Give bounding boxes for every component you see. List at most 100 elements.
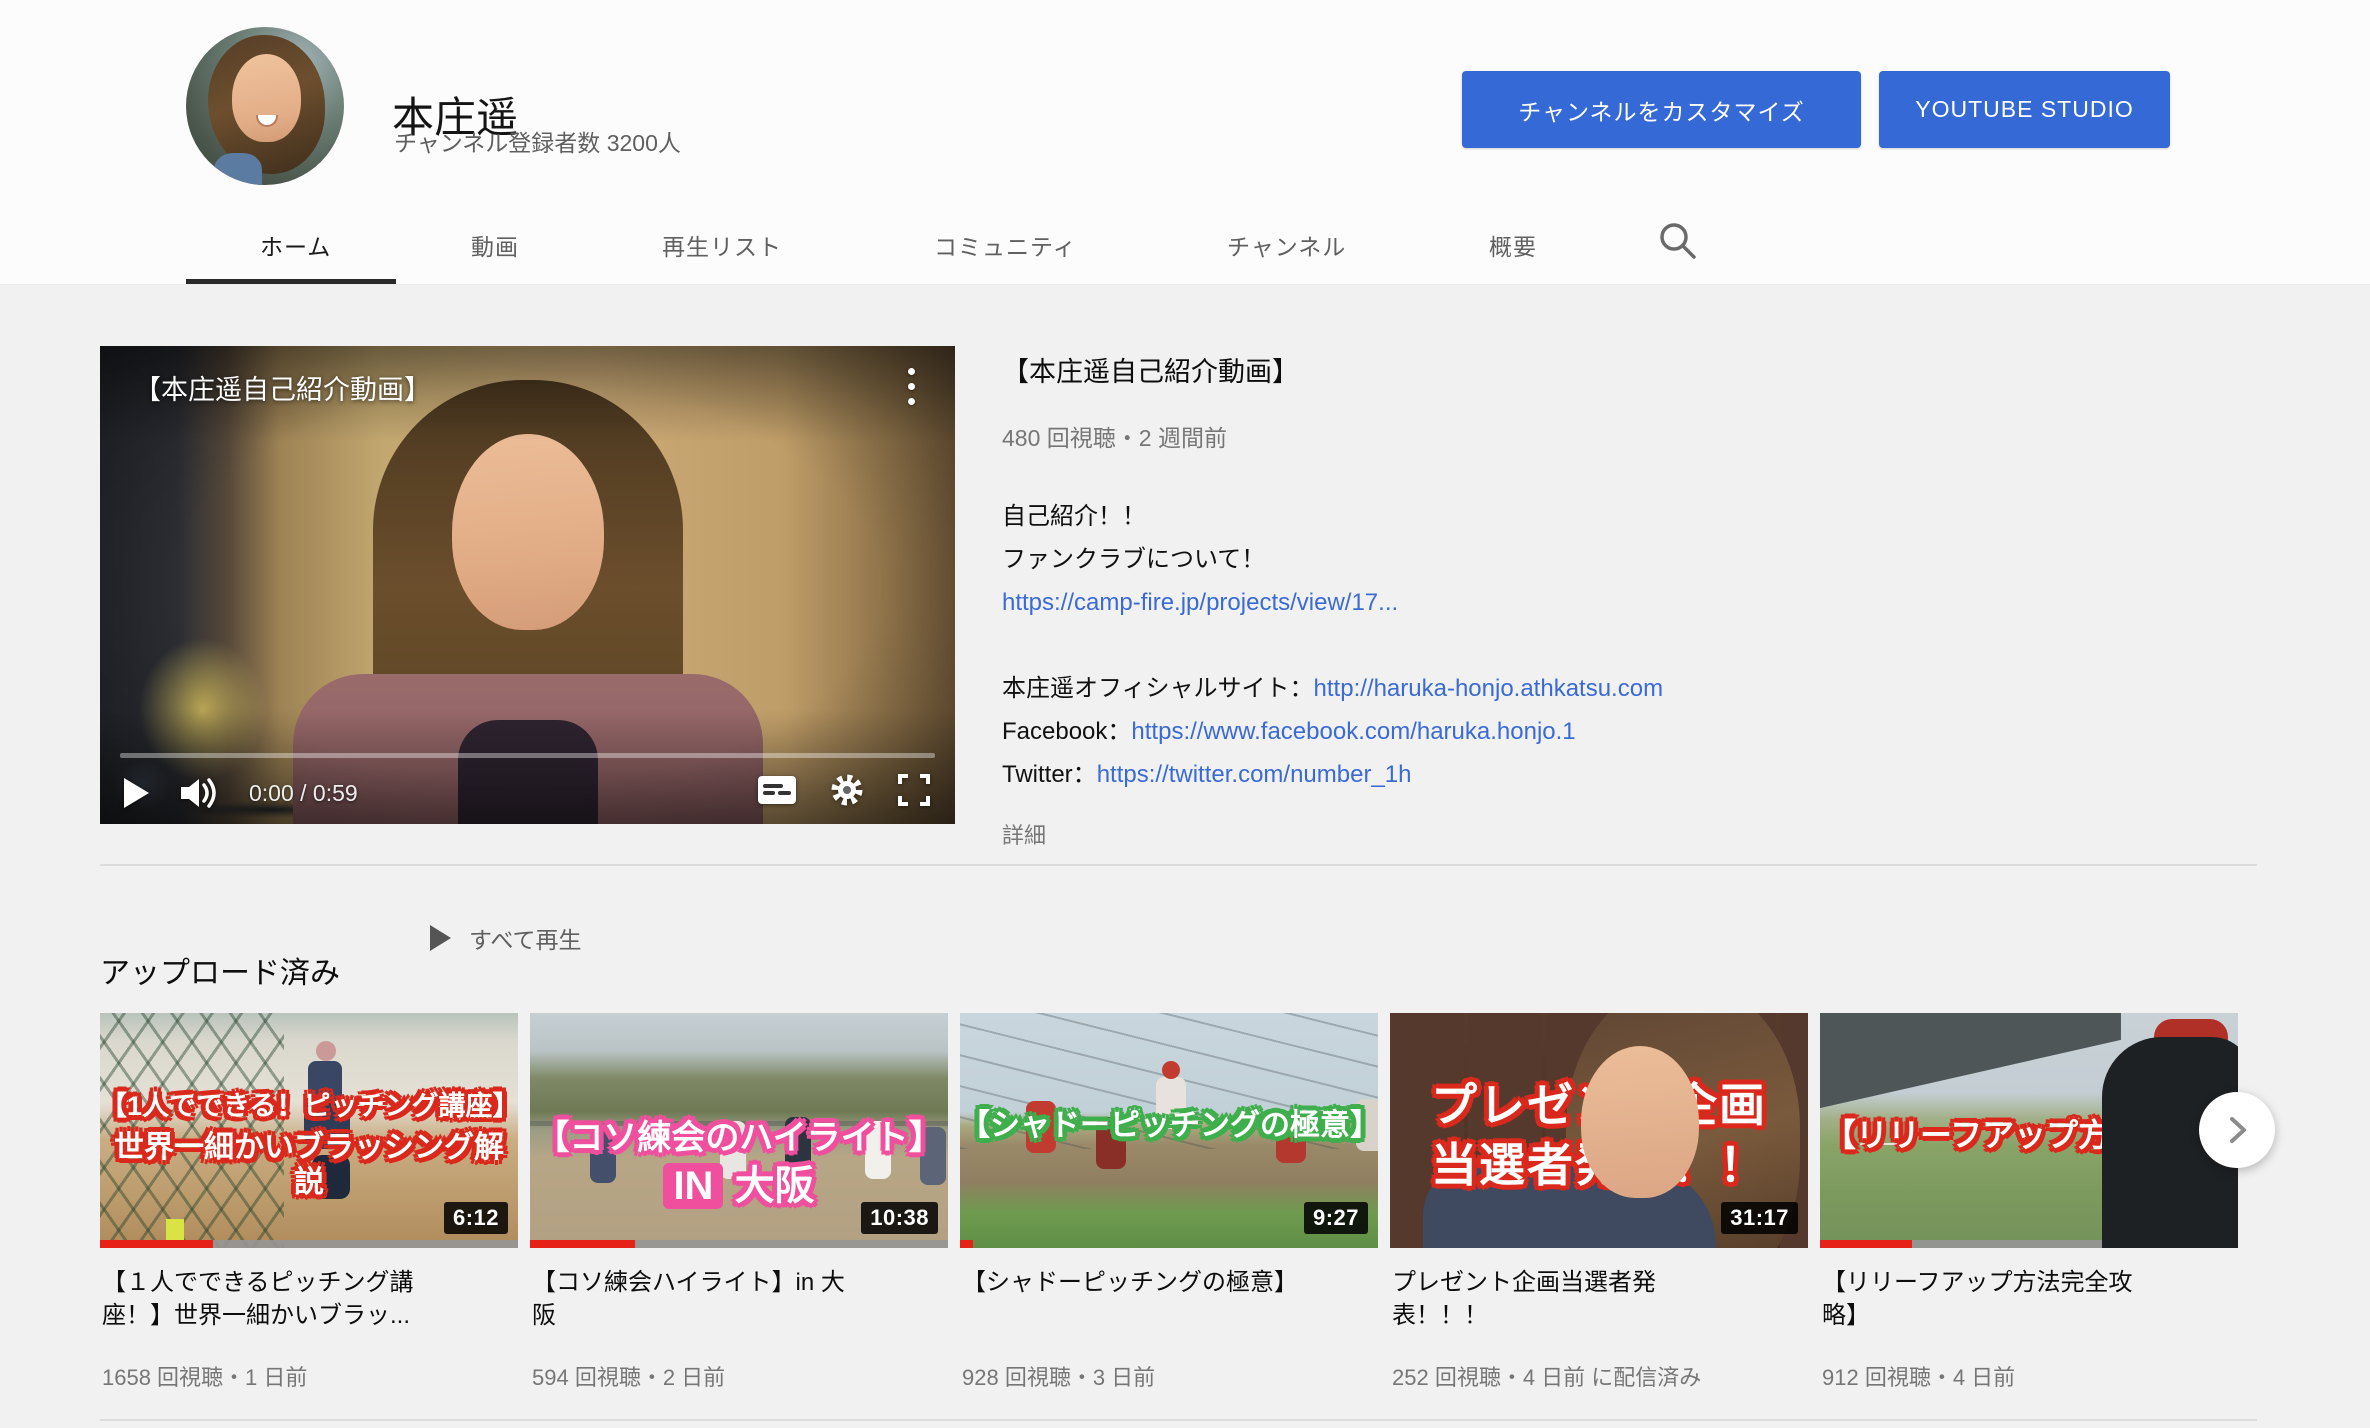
- section-divider: [100, 1419, 2257, 1421]
- play-all-button[interactable]: すべて再生: [424, 920, 587, 956]
- watch-progress-fill: [960, 1240, 973, 1248]
- video-card[interactable]: 【1人でできる！ピッチング講座】 世界一細かいブラッシング解説 6:12 【１人…: [100, 1013, 518, 1392]
- player-time-display: 0:00 / 0:59: [249, 780, 358, 807]
- thumbnail-overlay-text: 世界一細かいブラッシング解説: [100, 1131, 518, 1200]
- description-line: ファンクラブについて！: [1002, 538, 1832, 581]
- video-title[interactable]: 【リリーフアップ方法完全攻略】: [1822, 1266, 2158, 1358]
- video-card[interactable]: 【リリーフアップ方法完全攻略】 15:18 【リリーフアップ方法完全攻略】 91…: [1820, 1013, 2238, 1392]
- watch-progress-track: [530, 1240, 948, 1248]
- player-controls-right: [757, 772, 931, 808]
- video-card[interactable]: 【コソ練会のハイライト】 IN 大阪 10:38 【コソ練会ハイライト】in 大…: [530, 1013, 948, 1392]
- uploads-section-title[interactable]: アップロード済み: [100, 948, 340, 992]
- thumbnail-overlay-text: プレゼント企画: [1390, 1079, 1808, 1132]
- thumbnail-art: [2154, 1019, 2228, 1053]
- settings-icon: [829, 772, 865, 808]
- video-title[interactable]: 【シャドーピッチングの極意】: [962, 1266, 1298, 1358]
- overlay-in-badge: IN: [663, 1163, 723, 1209]
- player-overlay-title: 【本庄遥自己紹介動画】: [134, 368, 431, 407]
- avatar-art: [214, 153, 261, 185]
- play-icon: [124, 778, 149, 808]
- player-controls-left: 0:00 / 0:59: [124, 776, 358, 810]
- video-caption: 【１人でできるピッチング講座！】世界一細かいブラッ... 1658 回視聴・1 …: [100, 1248, 518, 1392]
- facebook-label: Facebook：: [1002, 718, 1131, 745]
- show-more-link[interactable]: 詳細: [1002, 818, 1046, 850]
- campfire-link[interactable]: https://camp-fire.jp/projects/view/17...: [1002, 589, 1398, 616]
- thumbnail-overlay-text: 【シャドーピッチングの極意】: [960, 1109, 1378, 1144]
- duration-badge: 15:18: [2151, 1202, 2228, 1234]
- watch-progress-fill: [100, 1240, 213, 1248]
- channel-tabs: ホーム 動画 再生リスト コミュニティ チャンネル 概要: [0, 204, 2370, 284]
- video-thumbnail[interactable]: 【コソ練会のハイライト】 IN 大阪 10:38: [530, 1013, 948, 1248]
- tab-community[interactable]: コミュニティ: [930, 222, 1081, 268]
- fullscreen-icon: [897, 773, 931, 807]
- kebab-icon: [908, 398, 915, 405]
- overlay-text: 大阪: [735, 1164, 815, 1208]
- channel-avatar[interactable]: [186, 27, 344, 185]
- watch-progress-track: [100, 1240, 518, 1248]
- kebab-icon: [908, 383, 915, 390]
- volume-icon: [179, 776, 219, 810]
- chevron-right-icon: [2222, 1115, 2252, 1145]
- play-all-label: すべて再生: [469, 921, 581, 955]
- section-divider: [100, 864, 2257, 866]
- thumbnail-overlay-text: 【コソ練会のハイライト】: [530, 1119, 948, 1158]
- carousel-next-button[interactable]: [2199, 1092, 2275, 1168]
- twitter-label: Twitter：: [1002, 761, 1097, 788]
- thumbnail-overlay-text: 当選者発表！！: [1390, 1139, 1808, 1192]
- customize-channel-button[interactable]: チャンネルをカスタマイズ: [1462, 71, 1861, 148]
- video-title[interactable]: 【１人でできるピッチング講座！】世界一細かいブラッ...: [102, 1266, 438, 1358]
- twitter-link[interactable]: https://twitter.com/number_1h: [1097, 761, 1412, 788]
- play-all-icon: [430, 925, 451, 951]
- tab-videos[interactable]: 動画: [467, 222, 523, 268]
- video-thumbnail[interactable]: 【リリーフアップ方法完全攻略】 15:18: [1820, 1013, 2238, 1248]
- video-card[interactable]: プレゼント企画 当選者発表！！ 31:17 プレゼント企画当選者発表！！！ 25…: [1390, 1013, 1808, 1392]
- featured-video-info: 【本庄遥自己紹介動画】 480 回視聴・2 週間前 自己紹介！！ ファンクラブに…: [1002, 346, 1832, 850]
- youtube-studio-button[interactable]: YOUTUBE STUDIO: [1879, 71, 2170, 148]
- duration-badge: 9:27: [1304, 1202, 1368, 1234]
- duration-badge: 10:38: [861, 1202, 938, 1234]
- tab-channels[interactable]: チャンネル: [1223, 222, 1350, 268]
- watch-progress-track: [1820, 1240, 2238, 1248]
- video-thumbnail[interactable]: プレゼント企画 当選者発表！！ 31:17: [1390, 1013, 1808, 1248]
- settings-button[interactable]: [829, 772, 865, 808]
- facebook-link[interactable]: https://www.facebook.com/haruka.honjo.1: [1131, 718, 1575, 745]
- active-tab-underline: [186, 279, 396, 284]
- video-meta: 594 回視聴・2 日前: [532, 1360, 942, 1392]
- featured-video-description: 自己紹介！！ ファンクラブについて！ https://camp-fire.jp/…: [1002, 495, 1832, 796]
- description-line: 自己紹介！！: [1002, 495, 1832, 538]
- search-icon: [1654, 217, 1702, 265]
- duration-badge: 6:12: [444, 1202, 508, 1234]
- featured-video-player[interactable]: 【本庄遥自己紹介動画】 0:00 / 0:59: [100, 346, 955, 824]
- video-thumbnail[interactable]: 【1人でできる！ピッチング講座】 世界一細かいブラッシング解説 6:12: [100, 1013, 518, 1248]
- featured-video-title[interactable]: 【本庄遥自己紹介動画】: [1002, 350, 1832, 389]
- video-title[interactable]: 【コソ練会ハイライト】in 大阪: [532, 1266, 868, 1358]
- video-caption: 【シャドーピッチングの極意】 928 回視聴・3 日前: [960, 1248, 1378, 1392]
- watch-progress-fill: [1820, 1240, 1912, 1248]
- volume-button[interactable]: [179, 776, 219, 810]
- thumbnail-overlay-text: 【リリーフアップ方法完全攻略】: [1824, 1117, 2238, 1154]
- video-meta: 1658 回視聴・1 日前: [102, 1360, 512, 1392]
- featured-video-meta: 480 回視聴・2 週間前: [1002, 419, 1832, 453]
- tab-home[interactable]: ホーム: [256, 222, 335, 268]
- video-caption: 【リリーフアップ方法完全攻略】 912 回視聴・4 日前: [1820, 1248, 2238, 1392]
- video-thumbnail[interactable]: 【シャドーピッチングの極意】 9:27: [960, 1013, 1378, 1248]
- player-menu-button[interactable]: [891, 364, 931, 420]
- video-card[interactable]: 【シャドーピッチングの極意】 9:27 【シャドーピッチングの極意】 928 回…: [960, 1013, 1378, 1392]
- player-progress-bar[interactable]: [120, 753, 935, 758]
- youtube-channel-page: 本庄遥 チャンネル登録者数 3200人 チャンネルをカスタマイズ YOUTUBE…: [0, 0, 2370, 1428]
- channel-search-button[interactable]: [1652, 216, 1704, 268]
- video-meta: 912 回視聴・4 日前: [1822, 1360, 2232, 1392]
- avatar-art: [232, 54, 302, 142]
- play-button[interactable]: [124, 778, 149, 808]
- tab-playlists[interactable]: 再生リスト: [658, 222, 786, 268]
- watch-progress-fill: [530, 1240, 635, 1248]
- official-site-label: 本庄遥オフィシャルサイト：: [1002, 675, 1314, 702]
- tab-about[interactable]: 概要: [1485, 222, 1541, 268]
- official-site-link[interactable]: http://haruka-honjo.athkatsu.com: [1314, 675, 1664, 702]
- subtitles-icon: [757, 775, 797, 805]
- subtitles-button[interactable]: [757, 775, 797, 805]
- video-title[interactable]: プレゼント企画当選者発表！！！: [1392, 1266, 1728, 1358]
- video-caption: プレゼント企画当選者発表！！！ 252 回視聴・4 日前 に配信済み: [1390, 1248, 1808, 1392]
- fullscreen-button[interactable]: [897, 773, 931, 807]
- video-meta: 928 回視聴・3 日前: [962, 1360, 1372, 1392]
